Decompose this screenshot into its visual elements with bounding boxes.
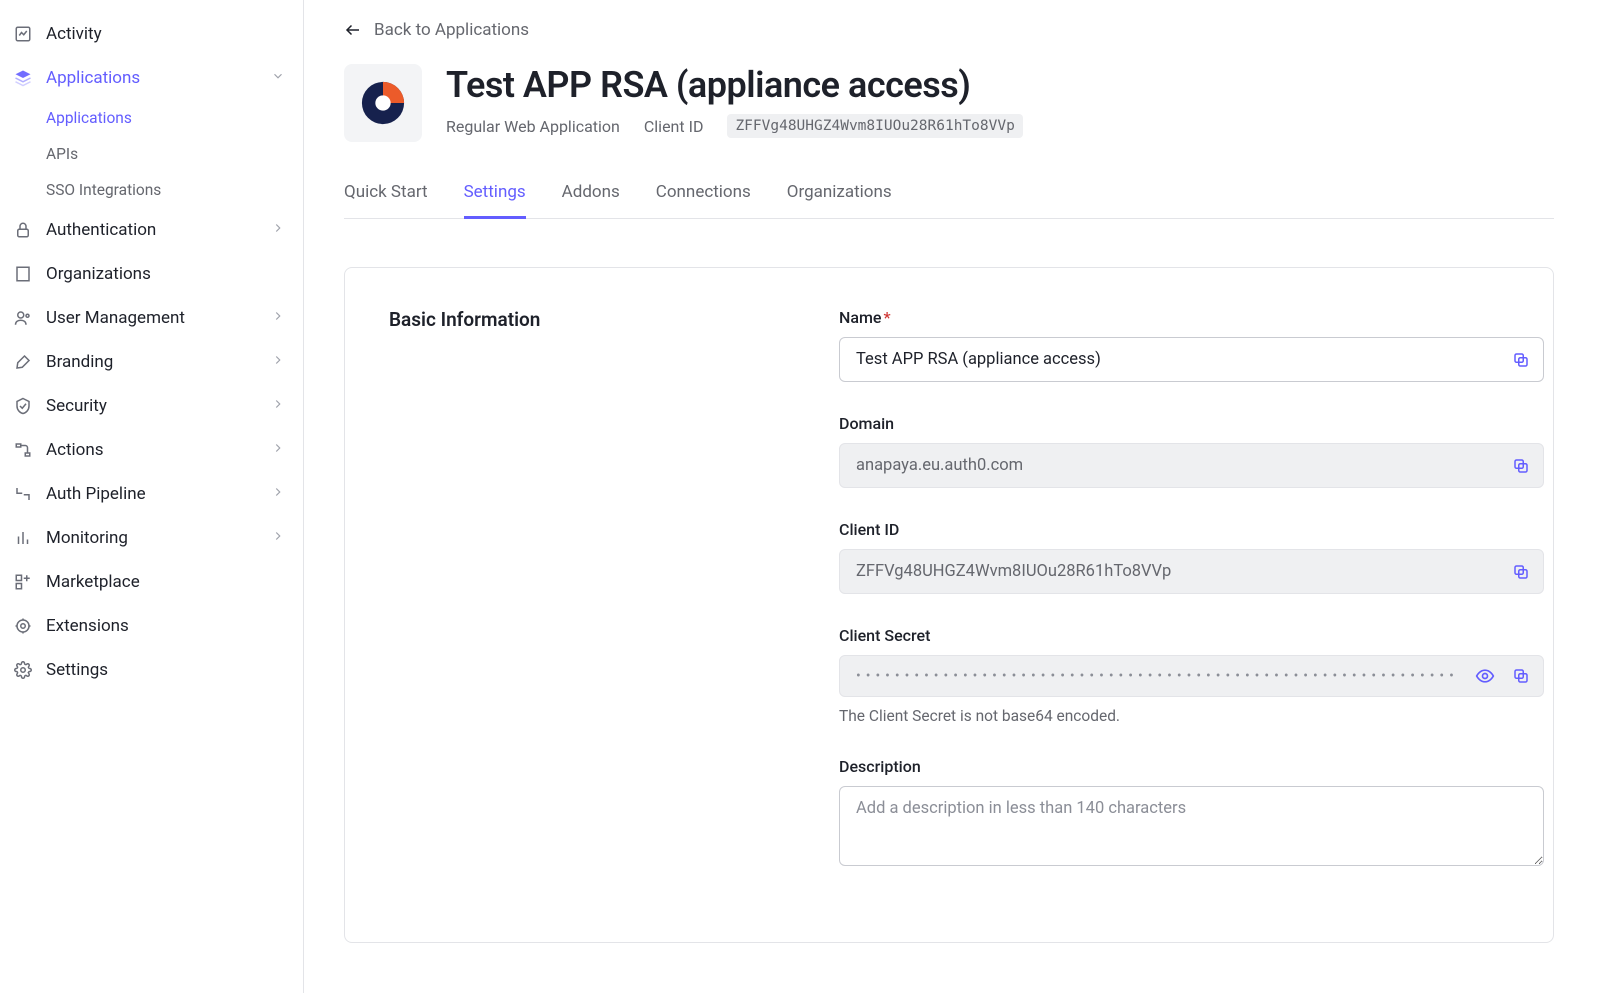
sidebar-item-label: User Management	[46, 308, 185, 328]
plus-grid-icon	[12, 571, 34, 593]
chevron-right-icon	[271, 308, 285, 328]
copy-domain-button[interactable]	[1508, 453, 1534, 479]
sidebar-item-activity[interactable]: Activity	[0, 12, 303, 56]
flow-icon	[12, 439, 34, 461]
sidebar-item-settings[interactable]: Settings	[0, 648, 303, 692]
sidebar-item-label: Branding	[46, 352, 113, 372]
sidebar-item-security[interactable]: Security	[0, 384, 303, 428]
field-client-id: Client ID	[839, 520, 1544, 594]
copy-secret-button[interactable]	[1508, 663, 1534, 689]
back-to-applications-link[interactable]: Back to Applications	[344, 20, 529, 40]
sidebar-item-applications[interactable]: Applications	[0, 56, 303, 100]
required-indicator: *	[883, 308, 890, 327]
sidebar-item-authentication[interactable]: Authentication	[0, 208, 303, 252]
name-label: Name*	[839, 308, 1544, 327]
sidebar-item-marketplace[interactable]: Marketplace	[0, 560, 303, 604]
users-icon	[12, 307, 34, 329]
tab-quickstart[interactable]: Quick Start	[344, 178, 428, 219]
client-id-label: Client ID	[644, 117, 704, 136]
bar-chart-icon	[12, 527, 34, 549]
sidebar-item-label: Marketplace	[46, 572, 140, 592]
tabs: Quick Start Settings Addons Connections …	[344, 178, 1554, 219]
copy-name-button[interactable]	[1508, 347, 1534, 373]
sidebar-item-label: Activity	[46, 24, 102, 44]
sidebar-item-label: Security	[46, 396, 107, 416]
puzzle-icon	[12, 615, 34, 637]
domain-label: Domain	[839, 414, 1544, 433]
copy-client-id-button[interactable]	[1508, 559, 1534, 585]
sidebar-item-user-management[interactable]: User Management	[0, 296, 303, 340]
app-header: Test APP RSA (appliance access) Regular …	[344, 64, 1554, 142]
pipeline-icon	[12, 483, 34, 505]
building-icon	[12, 263, 34, 285]
arrow-left-icon	[344, 21, 362, 39]
chevron-right-icon	[271, 528, 285, 548]
client-secret-help: The Client Secret is not base64 encoded.	[839, 707, 1544, 725]
domain-input[interactable]	[839, 443, 1544, 488]
client-secret-mask: ••••••••••••••••••••••••••••••••••••••••…	[856, 668, 1459, 684]
sidebar-subitem-sso[interactable]: SSO Integrations	[0, 172, 303, 208]
section-title: Basic Information	[389, 308, 779, 902]
lock-icon	[12, 219, 34, 241]
page-title: Test APP RSA (appliance access)	[446, 64, 1023, 106]
copy-icon	[1512, 351, 1530, 369]
sidebar-item-label: Extensions	[46, 616, 129, 636]
brush-icon	[12, 351, 34, 373]
tab-settings[interactable]: Settings	[464, 178, 526, 219]
applications-icon	[12, 67, 34, 89]
client-secret-label: Client Secret	[839, 626, 1544, 645]
chevron-right-icon	[271, 396, 285, 416]
basic-information-card: Basic Information Name* Domai	[344, 267, 1554, 943]
copy-icon	[1512, 563, 1530, 581]
sidebar-item-auth-pipeline[interactable]: Auth Pipeline	[0, 472, 303, 516]
sidebar-item-label: Auth Pipeline	[46, 484, 146, 504]
client-id-chip[interactable]: ZFFVg48UHGZ4Wvm8IUOu28R61hTo8VVp	[727, 114, 1022, 138]
gear-icon	[12, 659, 34, 681]
sidebar-item-monitoring[interactable]: Monitoring	[0, 516, 303, 560]
chevron-down-icon	[271, 68, 285, 88]
chevron-right-icon	[271, 484, 285, 504]
eye-icon	[1475, 666, 1495, 686]
sidebar-item-label: Authentication	[46, 220, 156, 240]
client-secret-input[interactable]: ••••••••••••••••••••••••••••••••••••••••…	[839, 655, 1544, 697]
sidebar-item-label: Monitoring	[46, 528, 128, 548]
chevron-right-icon	[271, 352, 285, 372]
name-input[interactable]	[839, 337, 1544, 382]
field-client-secret: Client Secret ••••••••••••••••••••••••••…	[839, 626, 1544, 725]
sidebar-item-label: Organizations	[46, 264, 151, 284]
description-textarea[interactable]	[839, 786, 1544, 866]
field-name: Name*	[839, 308, 1544, 382]
sidebar: Activity Applications Applications APIs …	[0, 0, 304, 993]
chevron-right-icon	[271, 220, 285, 240]
sidebar-subitem-apis[interactable]: APIs	[0, 136, 303, 172]
field-domain: Domain	[839, 414, 1544, 488]
activity-icon	[12, 23, 34, 45]
tab-addons[interactable]: Addons	[562, 178, 620, 219]
client-id-input[interactable]	[839, 549, 1544, 594]
back-link-label: Back to Applications	[374, 20, 529, 40]
sidebar-item-label: Applications	[46, 68, 140, 88]
sidebar-subitem-applications[interactable]: Applications	[0, 100, 303, 136]
description-label: Description	[839, 757, 1544, 776]
tab-organizations[interactable]: Organizations	[787, 178, 892, 219]
copy-icon	[1512, 667, 1530, 685]
sidebar-item-label: Actions	[46, 440, 104, 460]
tab-connections[interactable]: Connections	[656, 178, 751, 219]
app-logo	[344, 64, 422, 142]
reveal-secret-button[interactable]	[1472, 663, 1498, 689]
copy-icon	[1512, 457, 1530, 475]
sidebar-item-label: Settings	[46, 660, 108, 680]
sidebar-item-branding[interactable]: Branding	[0, 340, 303, 384]
field-description: Description	[839, 757, 1544, 870]
sidebar-item-actions[interactable]: Actions	[0, 428, 303, 472]
client-id-field-label: Client ID	[839, 520, 1544, 539]
chevron-right-icon	[271, 440, 285, 460]
shield-icon	[12, 395, 34, 417]
app-logo-icon	[360, 80, 406, 126]
main-content: Back to Applications Test APP RSA (appli…	[304, 0, 1610, 993]
sidebar-item-extensions[interactable]: Extensions	[0, 604, 303, 648]
sidebar-item-organizations[interactable]: Organizations	[0, 252, 303, 296]
app-type-label: Regular Web Application	[446, 117, 620, 136]
